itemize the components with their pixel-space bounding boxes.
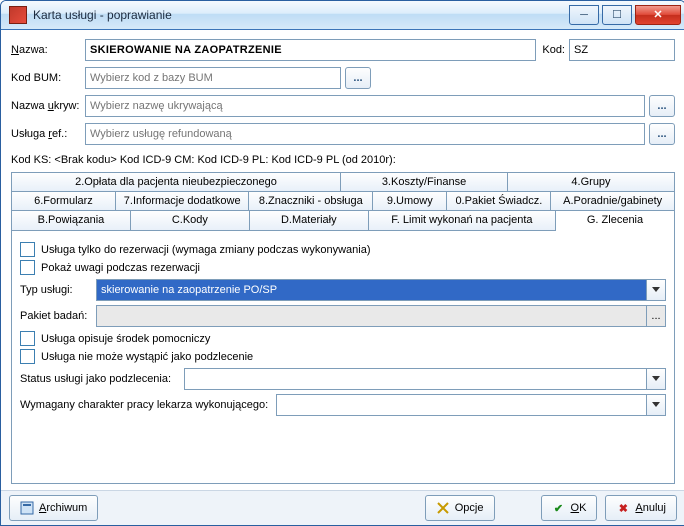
tab-koszty[interactable]: 3.Koszty/Finanse: [341, 173, 508, 191]
opcje-label: Opcje: [455, 502, 484, 514]
check-icon: ✔: [552, 501, 566, 515]
tabrow-1: 2.Opłata dla pacjenta nieubezpieczonego …: [12, 173, 674, 192]
row-chk-uwagi: Pokaż uwagi podczas rezerwacji: [20, 260, 666, 275]
nazwaukr-label: Nazwa ukryw:: [11, 100, 85, 112]
row-status: Status usługi jako podzlecenia:: [20, 368, 666, 390]
chk-uwagi[interactable]: [20, 260, 35, 275]
status-select[interactable]: [184, 368, 647, 390]
chk-uwagi-label: Pokaż uwagi podczas rezerwacji: [41, 262, 200, 274]
archiwum-button[interactable]: Archiwum: [9, 495, 98, 521]
chevron-down-icon: [652, 402, 660, 408]
kodbum-input[interactable]: [85, 67, 341, 89]
archive-icon: [20, 501, 34, 515]
tab-grupy[interactable]: 4.Grupy: [508, 173, 674, 191]
tabrow-2: 6.Formularz 7.Informacje dodatkowe 8.Zna…: [12, 192, 674, 211]
kodbum-browse-button[interactable]: ...: [345, 67, 371, 89]
row-chk-rezerwacja: Usługa tylko do rezerwacji (wymaga zmian…: [20, 242, 666, 257]
tab-formularz[interactable]: 6.Formularz: [12, 192, 116, 210]
tab-oplata[interactable]: 2.Opłata dla pacjenta nieubezpieczonego: [12, 173, 341, 191]
maximize-button[interactable]: ☐: [602, 5, 632, 25]
close-button[interactable]: ✕: [635, 5, 681, 25]
row-nazwaukr: Nazwa ukryw: ...: [11, 95, 675, 117]
tools-icon: [436, 501, 450, 515]
chk-srodek[interactable]: [20, 331, 35, 346]
tab-zlecenia-body: Usługa tylko do rezerwacji (wymaga zmian…: [11, 231, 675, 484]
pakiet-input[interactable]: [96, 305, 647, 327]
tab-limit[interactable]: F. Limit wykonań na pacjenta: [369, 211, 556, 230]
typ-label: Typ usługi:: [20, 284, 96, 296]
status-label: Status usługi jako podzlecenia:: [20, 373, 184, 385]
typ-select[interactable]: skierowanie na zaopatrzenie PO/SP: [96, 279, 647, 301]
nazwaukr-input[interactable]: [85, 95, 645, 117]
row-typ: Typ usługi: skierowanie na zaopatrzenie …: [20, 279, 666, 301]
chk-rezerwacja-label: Usługa tylko do rezerwacji (wymaga zmian…: [41, 244, 371, 256]
tab-umowy[interactable]: 9.Umowy: [373, 192, 447, 210]
pakiet-label: Pakiet badań:: [20, 310, 96, 322]
row-chk-podzlecenie: Usługa nie może wystąpić jako podzleceni…: [20, 349, 666, 364]
row-kodbum: Kod BUM: ...: [11, 67, 675, 89]
kod-input[interactable]: [569, 39, 675, 61]
row-wymag: Wymagany charakter pracy lekarza wykonuj…: [20, 394, 666, 416]
row-chk-srodek: Usługa opisuje środek pomocniczy: [20, 331, 666, 346]
wymag-select[interactable]: [276, 394, 647, 416]
anuluj-label: Anuluj: [635, 502, 666, 514]
window: Karta usługi - poprawianie ─ ☐ ✕ Nazwa: …: [0, 0, 684, 526]
typ-dropdown-button[interactable]: [647, 279, 666, 301]
tab-poradnie[interactable]: A.Poradnie/gabinety: [551, 192, 674, 210]
bottom-toolbar: Archiwum Opcje ✔ OK ✖ Anuluj: [1, 490, 684, 525]
titlebar: Karta usługi - poprawianie ─ ☐ ✕: [1, 1, 684, 30]
wymag-label: Wymagany charakter pracy lekarza wykonuj…: [20, 399, 276, 411]
nazwaukr-browse-button[interactable]: ...: [649, 95, 675, 117]
uslugaref-browse-button[interactable]: ...: [649, 123, 675, 145]
minimize-button[interactable]: ─: [569, 5, 599, 25]
chk-podzlecenie[interactable]: [20, 349, 35, 364]
window-title: Karta usługi - poprawianie: [33, 8, 566, 22]
row-uslugaref: Usługa ref.: ...: [11, 123, 675, 145]
status-dropdown-button[interactable]: [647, 368, 666, 390]
chk-podzlecenie-label: Usługa nie może wystąpić jako podzleceni…: [41, 351, 253, 363]
window-buttons: ─ ☐ ✕: [566, 5, 681, 25]
chevron-down-icon: [652, 376, 660, 382]
kod-label: Kod:: [542, 44, 565, 56]
kodbum-label: Kod BUM:: [11, 72, 85, 84]
nazwa-label: Nazwa:: [11, 44, 85, 56]
anuluj-button[interactable]: ✖ Anuluj: [605, 495, 677, 521]
wymag-dropdown-button[interactable]: [647, 394, 666, 416]
tab-powiazania[interactable]: B.Powiązania: [12, 211, 131, 230]
client-area: Nazwa: Kod: Kod BUM: ... Nazwa ukryw: ..…: [1, 30, 684, 490]
row-nazwa: Nazwa: Kod:: [11, 39, 675, 61]
tab-kody[interactable]: C.Kody: [131, 211, 250, 230]
app-icon: [9, 6, 27, 24]
uslugaref-label: Usługa ref.:: [11, 128, 85, 140]
pakiet-browse-button[interactable]: ...: [647, 305, 666, 327]
tab-informacje[interactable]: 7.Informacje dodatkowe: [116, 192, 250, 210]
ok-button[interactable]: ✔ OK: [541, 495, 598, 521]
tab-pakiet[interactable]: 0.Pakiet Świadcz.: [447, 192, 551, 210]
kod-static-line: Kod KS: <Brak kodu> Kod ICD-9 CM: Kod IC…: [11, 154, 675, 166]
opcje-button[interactable]: Opcje: [425, 495, 495, 521]
tabstrip: 2.Opłata dla pacjenta nieubezpieczonego …: [11, 172, 675, 231]
tab-znaczniki[interactable]: 8.Znaczniki - obsługa: [249, 192, 373, 210]
chk-srodek-label: Usługa opisuje środek pomocniczy: [41, 333, 210, 345]
cancel-icon: ✖: [616, 501, 630, 515]
ok-label: OK: [571, 502, 587, 514]
chevron-down-icon: [652, 287, 660, 293]
uslugaref-input[interactable]: [85, 123, 645, 145]
archiwum-label: Archiwum: [39, 502, 87, 514]
row-pakiet: Pakiet badań: ...: [20, 305, 666, 327]
chk-rezerwacja[interactable]: [20, 242, 35, 257]
tabrow-3: B.Powiązania C.Kody D.Materiały F. Limit…: [12, 211, 674, 230]
tab-materialy[interactable]: D.Materiały: [250, 211, 369, 230]
tab-zlecenia[interactable]: G. Zlecenia: [556, 211, 674, 231]
nazwa-input[interactable]: [85, 39, 536, 61]
